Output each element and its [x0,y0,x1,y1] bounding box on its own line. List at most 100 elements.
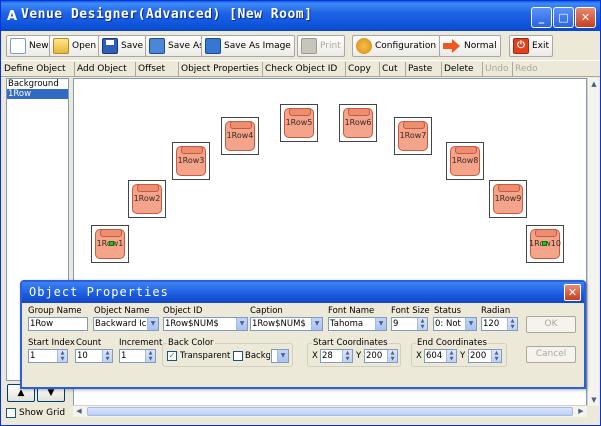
font-size-value: 9 [393,319,399,329]
seat-object[interactable]: 1Row5 [280,104,318,142]
layer-item-background[interactable]: Background [7,79,68,89]
minimize-button[interactable]: _ [531,7,552,28]
chevron-down-icon[interactable]: ▼ [465,318,476,330]
seat-object[interactable]: 1Row2 [128,180,166,218]
scroll-down-icon[interactable]: ▼ [588,394,600,406]
exit-button[interactable]: ⏻ Exit [509,35,554,57]
new-document-icon [10,38,26,54]
end-y-stepper[interactable]: 200 ▲ ▼ [468,349,502,363]
back-color-group: Back Color ✓ Transparent Backgrou ▼ [162,338,293,367]
spin-arrows-icon[interactable]: ▲ ▼ [102,350,112,362]
print-button[interactable]: Print [297,35,345,57]
scroll-left-icon[interactable]: ◀ [73,406,85,417]
minimize-icon: _ [538,11,545,24]
spin-arrows-icon[interactable]: ▲ ▼ [507,318,517,330]
show-grid-toggle[interactable]: Show Grid [6,408,65,418]
seat-label: 1Row6 [344,118,372,127]
spin-arrows-icon[interactable]: ▲ ▼ [342,350,352,362]
new-button[interactable]: New [6,35,53,57]
increment-stepper[interactable]: 1 ▲ ▼ [119,349,156,363]
seat-object[interactable]: 1Row8 [446,142,484,180]
seat-object[interactable]: 1Row6 [339,104,377,142]
radian-stepper[interactable]: 120 ▲ ▼ [481,317,518,331]
copy-button[interactable]: Copy [345,62,373,76]
seat-object[interactable]: 1Row7 [394,117,432,155]
seat-object[interactable]: 1Row1 [91,225,129,263]
spin-arrows-icon[interactable]: ▲ ▼ [145,350,155,362]
object-id-select[interactable]: 1Row$NUM$ ▼ [163,317,248,331]
dialog-close-button[interactable]: ✕ [564,284,581,301]
check-object-id-button[interactable]: Check Object ID [262,62,339,76]
font-name-select[interactable]: Tahoma ▼ [328,317,387,331]
configuration-button[interactable]: Configuration [352,35,441,57]
scroll-right-icon[interactable]: ▶ [575,406,587,417]
open-folder-icon [53,38,69,54]
define-object-button[interactable]: Define Object [2,62,68,76]
end-x-stepper[interactable]: 604 ▲ ▼ [424,349,457,363]
chevron-down-icon[interactable]: ▼ [277,350,288,362]
seat-label: 1Row8 [451,156,479,165]
seat-object[interactable]: 1Row3 [172,142,210,180]
vertical-scrollbar[interactable]: ▲ ▼ [587,78,599,406]
chevron-down-icon[interactable]: ▼ [236,318,247,330]
seat-label: 1Row7 [399,131,427,140]
scroll-up-icon[interactable]: ▲ [588,78,600,90]
cancel-button[interactable]: Cancel [526,346,576,363]
show-grid-checkbox[interactable] [6,408,16,418]
start-index-value: 1 [30,351,36,361]
undo-button[interactable]: Undo [482,62,511,76]
chevron-down-icon[interactable]: ▼ [311,318,322,330]
start-x-stepper[interactable]: 28 ▲ ▼ [320,349,353,363]
back-color-label: Back Color [167,338,215,348]
dialog-title-bar[interactable]: Object Properties ✕ [22,282,584,303]
horizontal-scrollbar[interactable]: ◀ ▶ [73,405,587,417]
open-button[interactable]: Open [49,35,101,57]
save-as-image-button-label: Save As Image [224,41,291,51]
status-select[interactable]: 0: Not ▼ [433,317,477,331]
start-y-stepper[interactable]: 200 ▲ ▼ [364,349,398,363]
spin-arrows-icon[interactable]: ▲ ▼ [57,350,67,362]
close-button[interactable]: ✕ [575,7,596,28]
maximize-button[interactable]: □ [553,7,574,28]
save-as-button[interactable]: Save As [145,35,208,57]
delete-button[interactable]: Delete [441,62,476,76]
title-bar[interactable]: A Venue Designer(Advanced) [New Room] _ … [1,1,600,31]
cut-button[interactable]: Cut [379,62,400,76]
layer-item-1row[interactable]: 1Row [7,89,68,99]
object-properties-button[interactable]: Object Properties [178,62,261,76]
chevron-down-icon[interactable]: ▼ [375,318,386,330]
start-y-value: 200 [366,351,383,361]
font-size-stepper[interactable]: 9 ▲ ▼ [391,317,428,331]
add-object-button[interactable]: Add Object [74,62,129,76]
save-button[interactable]: Save [98,35,148,57]
count-stepper[interactable]: 10 ▲ ▼ [75,349,113,363]
redo-button[interactable]: Redo [512,62,540,76]
caption-select[interactable]: 1Row$NUM$ ▼ [250,317,323,331]
transparent-checkbox[interactable]: ✓ [167,351,177,361]
seat-object[interactable]: 1Row10 [526,225,564,263]
spin-arrows-icon[interactable]: ▲ ▼ [387,350,397,362]
object-name-select[interactable]: Backward Ic ▼ [93,317,159,331]
save-as-image-button[interactable]: Save As Image [201,35,295,57]
spin-arrows-icon[interactable]: ▲ ▼ [491,350,501,362]
seat-object[interactable]: 1Row9 [489,180,527,218]
offset-button[interactable]: Offset [135,62,167,76]
group-name-input[interactable]: 1Row [28,317,88,331]
object-id-value: 1Row$NUM$ [165,319,219,329]
normal-button[interactable]: Normal [439,35,501,57]
background-checkbox[interactable] [233,351,243,361]
selection-marker-icon [109,241,114,246]
horizontal-scroll-thumb[interactable] [87,407,573,416]
paste-button[interactable]: Paste [405,62,434,76]
dialog-title: Object Properties [29,285,169,299]
seat-object[interactable]: 1Row4 [221,117,259,155]
status-label: Status [434,306,462,316]
spin-arrows-icon[interactable]: ▲ ▼ [446,350,456,362]
group-name-label: Group Name [28,306,82,316]
background-color-select[interactable]: ▼ [271,349,289,363]
ok-button[interactable]: OK [526,316,576,333]
chevron-down-icon[interactable]: ▼ [147,318,158,330]
spin-arrows-icon[interactable]: ▲ ▼ [417,318,427,330]
start-index-stepper[interactable]: 1 ▲ ▼ [28,349,68,363]
end-x-label: X [416,351,422,361]
